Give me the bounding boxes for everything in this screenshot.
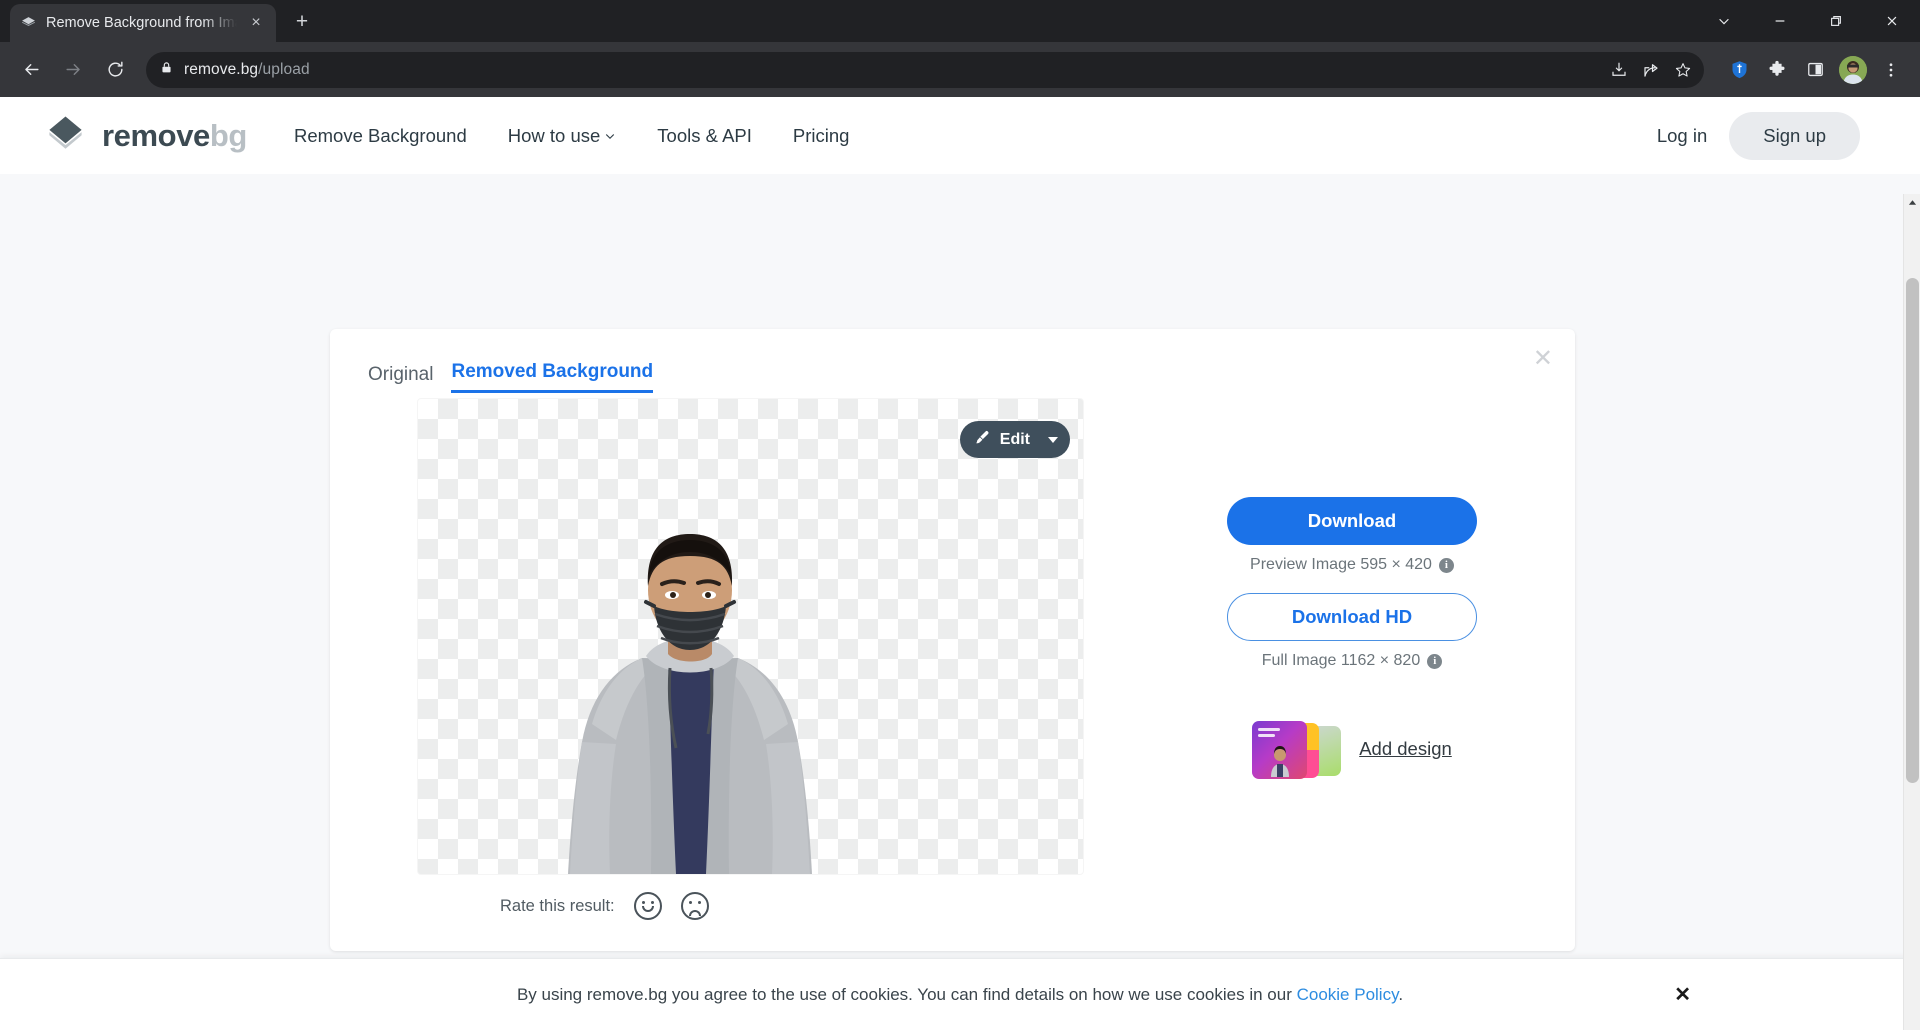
three-dot-menu-icon[interactable] xyxy=(1874,53,1908,87)
nav-label: Remove Background xyxy=(293,124,467,146)
chevron-down-icon[interactable] xyxy=(1048,436,1058,443)
reload-icon[interactable] xyxy=(96,51,134,89)
preview-area: Edit xyxy=(418,399,1083,874)
tab-removed-background[interactable]: Removed Background xyxy=(451,361,654,393)
url-text: remove.bg/upload xyxy=(184,61,310,79)
share-icon[interactable] xyxy=(1636,55,1666,85)
nav-label: Pricing xyxy=(792,124,850,146)
site-logo[interactable]: removebg xyxy=(44,112,247,160)
window-close-icon[interactable] xyxy=(1864,0,1920,42)
install-icon[interactable] xyxy=(1604,55,1634,85)
new-tab-button[interactable]: + xyxy=(288,8,316,36)
browser-window: Remove Background from Image × + xyxy=(0,0,1920,1030)
restore-icon[interactable] xyxy=(1808,0,1864,42)
close-icon[interactable]: ✕ xyxy=(1533,347,1553,371)
preview-meta-text: Preview Image 595 × 420 xyxy=(1250,556,1432,573)
brush-icon xyxy=(974,429,991,451)
result-tabs: Original Removed Background xyxy=(330,329,1575,393)
logo-wordmark: removebg xyxy=(102,118,247,154)
logo-diamond-icon xyxy=(44,112,87,160)
window-controls xyxy=(1696,0,1920,42)
add-design-link[interactable]: Add design xyxy=(1359,738,1452,760)
download-panel: Download Preview Image 595 × 420 i Downl… xyxy=(1226,497,1478,779)
page-scrollbar[interactable] xyxy=(1903,194,1920,1030)
chevron-down-icon[interactable] xyxy=(1696,0,1752,42)
scroll-up-icon[interactable] xyxy=(1904,194,1920,211)
cookie-close-icon[interactable]: ✕ xyxy=(1674,982,1691,1007)
shield-extension-icon[interactable] xyxy=(1722,53,1756,87)
avatar[interactable] xyxy=(1836,53,1870,87)
tab-title: Remove Background from Image xyxy=(46,15,237,31)
nav-label: How to use xyxy=(507,124,601,146)
info-icon[interactable]: i xyxy=(1438,557,1454,573)
logo-secondary: bg xyxy=(209,117,247,153)
nav-tools-api[interactable]: Tools & API xyxy=(657,125,752,147)
cookie-text-after: . xyxy=(1398,984,1404,1004)
header-edge-filler xyxy=(1902,97,1920,174)
preview-image-meta: Preview Image 595 × 420 i xyxy=(1250,556,1454,574)
page-viewport: removebg Remove Background How to use To… xyxy=(0,97,1920,1030)
tab-original[interactable]: Original xyxy=(368,364,433,393)
rate-result-row: Rate this result: xyxy=(500,892,709,920)
forward-arrow-icon[interactable] xyxy=(54,51,92,89)
url-domain: remove.bg xyxy=(184,60,259,78)
nav-label: Tools & API xyxy=(657,124,752,146)
add-design-row[interactable]: Add design xyxy=(1252,721,1452,779)
nav-pricing[interactable]: Pricing xyxy=(793,125,850,147)
chevron-down-icon xyxy=(604,125,616,147)
nav-remove-background[interactable]: Remove Background xyxy=(294,125,467,147)
tab-close-icon[interactable]: × xyxy=(246,13,266,33)
sidebar-icon[interactable] xyxy=(1798,53,1832,87)
browser-tab[interactable]: Remove Background from Image × xyxy=(10,4,276,42)
omnibox-actions xyxy=(1604,55,1698,85)
cookie-text-before: By using remove.bg you agree to the use … xyxy=(516,984,1297,1004)
download-button[interactable]: Download xyxy=(1227,497,1477,545)
cookie-text: By using remove.bg you agree to the use … xyxy=(517,985,1403,1005)
design-card-main xyxy=(1252,721,1308,779)
login-link[interactable]: Log in xyxy=(1657,125,1707,147)
tab-strip: Remove Background from Image × + xyxy=(0,0,1920,42)
full-image-meta: Full Image 1162 × 820 i xyxy=(1261,652,1443,670)
info-icon[interactable]: i xyxy=(1427,653,1443,669)
site-nav: Remove Background How to use Tools & API… xyxy=(294,125,849,147)
transparency-checkerboard: Edit xyxy=(418,399,1083,874)
lock-icon xyxy=(160,61,173,79)
cookie-policy-link[interactable]: Cookie Policy xyxy=(1297,985,1399,1004)
address-bar[interactable]: remove.bg/upload xyxy=(146,51,1704,88)
nav-how-to-use[interactable]: How to use xyxy=(508,125,617,147)
full-meta-text: Full Image 1162 × 820 xyxy=(1261,652,1421,669)
back-arrow-icon[interactable] xyxy=(12,51,50,89)
scrollbar-thumb[interactable] xyxy=(1906,278,1919,783)
browser-toolbar: remove.bg/upload xyxy=(0,42,1920,97)
edit-button[interactable]: Edit xyxy=(959,421,1070,458)
header-actions: Log in Sign up xyxy=(1657,111,1860,160)
rate-label: Rate this result: xyxy=(500,896,615,915)
extensions-area xyxy=(1716,53,1908,87)
minimize-icon[interactable] xyxy=(1752,0,1808,42)
puzzle-extension-icon[interactable] xyxy=(1760,53,1794,87)
download-hd-button[interactable]: Download HD xyxy=(1227,593,1477,641)
edit-button-label: Edit xyxy=(999,430,1030,448)
cutout-person-image xyxy=(568,534,812,874)
site-header: removebg Remove Background How to use To… xyxy=(0,97,1920,174)
happy-face-icon[interactable] xyxy=(633,892,662,920)
logo-primary: remove xyxy=(102,117,210,153)
design-templates-thumbnail xyxy=(1252,721,1345,779)
url-path: /upload xyxy=(258,60,310,78)
sad-face-icon[interactable] xyxy=(680,892,709,920)
bookmark-star-icon[interactable] xyxy=(1668,55,1698,85)
layers-icon xyxy=(20,15,37,32)
signup-button[interactable]: Sign up xyxy=(1729,111,1860,160)
cookie-banner: By using remove.bg you agree to the use … xyxy=(0,958,1920,1030)
